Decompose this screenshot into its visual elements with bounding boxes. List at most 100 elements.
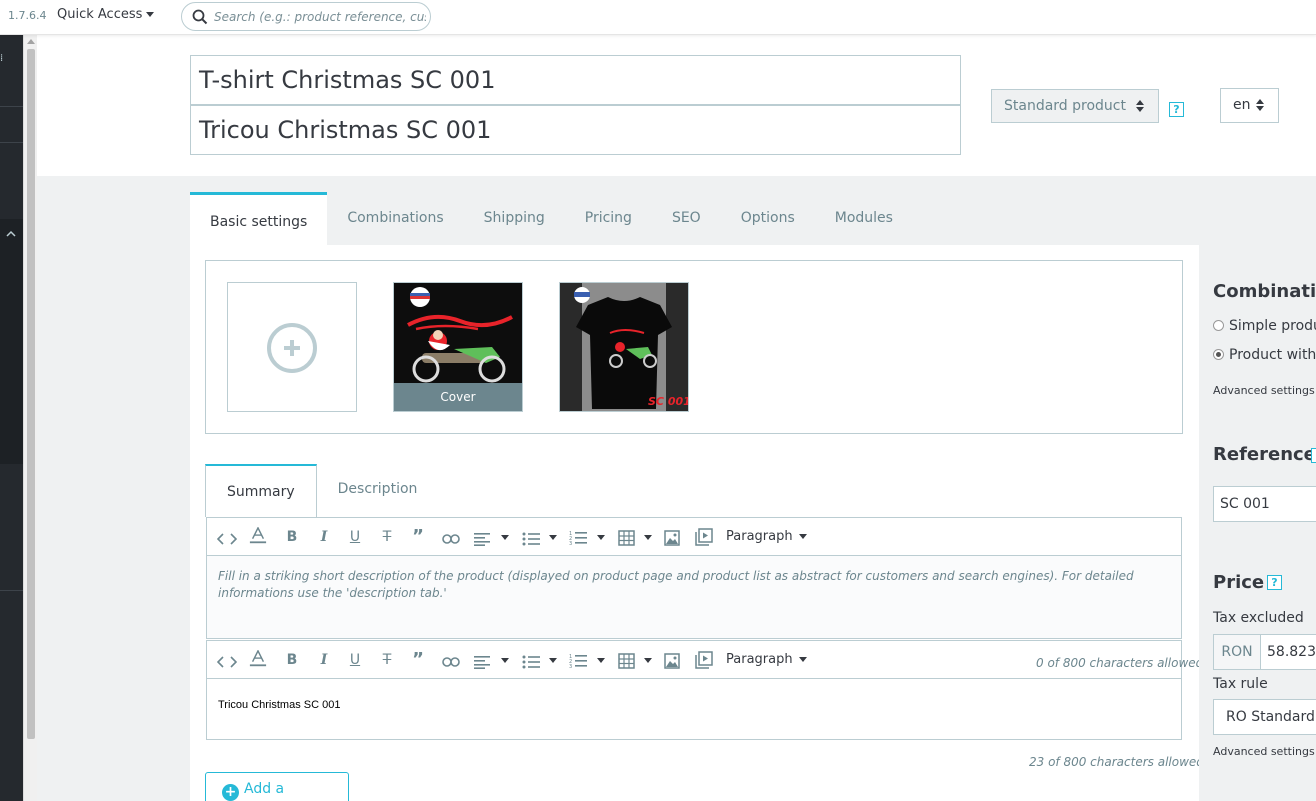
paragraph-format-dropdown[interactable]: Paragraph	[726, 651, 807, 669]
align-dropdown-caret-icon[interactable]	[499, 651, 509, 669]
add-image-button[interactable]	[227, 282, 357, 412]
quick-access-dropdown[interactable]: Quick Access	[57, 7, 155, 22]
product-with-combinations-label: Product with	[1229, 347, 1316, 363]
summary-text-area[interactable]: Tricou Christmas SC 001	[207, 679, 1181, 739]
summary-char-count: 0 of 800 characters allowed	[1036, 656, 1204, 670]
source-code-icon[interactable]	[217, 530, 237, 548]
caret-down-icon	[798, 657, 807, 662]
numbered-list-caret-icon[interactable]	[595, 528, 605, 546]
chevron-up-icon[interactable]	[5, 229, 17, 239]
bold-icon[interactable]: B	[285, 651, 299, 669]
align-icon[interactable]	[474, 530, 490, 548]
product-with-combinations-radio[interactable]: Product with	[1213, 347, 1316, 363]
align-icon[interactable]	[474, 653, 490, 671]
editor-toolbar: B I U T ” 123 Paragraph	[207, 641, 1181, 679]
table-caret-icon[interactable]	[642, 651, 652, 669]
bullet-list-caret-icon[interactable]	[547, 651, 557, 669]
table-icon[interactable]	[618, 652, 635, 670]
version-label: 1.7.6.4	[8, 9, 47, 22]
image-icon[interactable]	[664, 652, 680, 670]
italic-icon[interactable]: I	[317, 528, 331, 546]
scrollbar-thumb[interactable]	[27, 49, 35, 739]
tab-combinations[interactable]: Combinations	[327, 192, 463, 245]
language-select[interactable]: en	[1220, 88, 1279, 123]
svg-text:3: 3	[569, 664, 572, 670]
add-feature-button[interactable]: +Add a feature	[205, 772, 349, 801]
italic-icon[interactable]: I	[317, 651, 331, 669]
paragraph-label: Paragraph	[726, 529, 793, 544]
price-tax-excluded-input[interactable]: RON 58.823	[1213, 634, 1316, 670]
caret-down-icon	[798, 534, 807, 539]
search-input[interactable]	[214, 7, 426, 27]
sidebar-menu-icon[interactable]: ⁞	[0, 53, 3, 64]
tab-pricing[interactable]: Pricing	[565, 192, 652, 245]
product-name-input[interactable]: T-shirt Christmas SC 001	[190, 55, 961, 105]
radio-unchecked-icon	[1213, 320, 1224, 331]
tab-description[interactable]: Description	[317, 464, 439, 517]
bullet-list-icon[interactable]	[522, 530, 540, 548]
search-icon	[192, 9, 208, 25]
tab-basic-settings[interactable]: Basic settings	[190, 192, 328, 245]
align-dropdown-caret-icon[interactable]	[499, 528, 509, 546]
tshirt-photo-image: SC 001	[560, 283, 688, 411]
table-caret-icon[interactable]	[642, 528, 652, 546]
simple-product-radio[interactable]: Simple produ	[1213, 318, 1316, 334]
text-color-icon[interactable]	[249, 650, 267, 668]
reference-input[interactable]: SC 001	[1213, 486, 1316, 522]
tab-seo[interactable]: SEO	[652, 192, 721, 245]
sidebar-divider	[0, 106, 23, 107]
advanced-settings-note: Advanced settings in	[1213, 745, 1316, 758]
underline-icon[interactable]: U	[348, 528, 362, 546]
product-name-input-ro[interactable]: Tricou Christmas SC 001	[190, 105, 961, 155]
sidebar-divider	[0, 142, 23, 143]
tshirt-design-image	[394, 283, 522, 383]
svg-text:3: 3	[569, 541, 572, 547]
tax-rule-select[interactable]: RO Standard R	[1213, 699, 1316, 735]
help-icon[interactable]: ?	[1267, 575, 1282, 590]
text-char-count: 23 of 800 characters allowed	[1029, 755, 1204, 769]
numbered-list-caret-icon[interactable]	[595, 651, 605, 669]
product-type-select[interactable]: Standard product	[991, 89, 1159, 123]
sidebar-divider	[0, 590, 23, 591]
strikethrough-icon[interactable]: T	[379, 651, 395, 669]
blockquote-icon[interactable]: ”	[411, 651, 425, 669]
numbered-list-icon[interactable]: 123	[569, 652, 587, 670]
product-image-2[interactable]: SC 001	[559, 282, 689, 412]
tab-shipping[interactable]: Shipping	[464, 192, 565, 245]
link-icon[interactable]	[442, 653, 460, 671]
strikethrough-icon[interactable]: T	[379, 528, 395, 546]
help-icon[interactable]: ?	[1311, 448, 1316, 463]
product-image-cover[interactable]: Cover	[393, 282, 523, 412]
underline-icon[interactable]: U	[348, 651, 362, 669]
select-arrows-icon	[1136, 99, 1144, 113]
search-box[interactable]	[181, 2, 431, 31]
paragraph-format-dropdown[interactable]: Paragraph	[726, 528, 807, 546]
sidebar-active-section[interactable]	[0, 219, 23, 464]
tax-excluded-label: Tax excluded	[1213, 610, 1304, 626]
bullet-list-caret-icon[interactable]	[547, 528, 557, 546]
image-icon[interactable]	[664, 529, 680, 547]
numbered-list-icon[interactable]: 123	[569, 529, 587, 547]
tab-modules[interactable]: Modules	[815, 192, 913, 245]
text-color-icon[interactable]	[249, 527, 267, 545]
plus-circle-icon	[267, 323, 317, 373]
language-value: en	[1233, 97, 1251, 113]
source-code-icon[interactable]	[217, 653, 237, 671]
summary-placeholder-area[interactable]: Fill in a striking short description of …	[207, 556, 1181, 638]
svg-text:SC 001: SC 001	[648, 395, 688, 408]
quick-access-label: Quick Access	[57, 7, 143, 22]
help-icon[interactable]: ?	[1169, 102, 1184, 117]
editor-toolbar: B I U T ” 123 Paragraph	[207, 518, 1181, 556]
page-scrollbar[interactable]	[23, 35, 37, 801]
bold-icon[interactable]: B	[285, 528, 299, 546]
link-icon[interactable]	[442, 530, 460, 548]
blockquote-icon[interactable]: ”	[411, 528, 425, 546]
bullet-list-icon[interactable]	[522, 653, 540, 671]
scroll-up-arrow-icon[interactable]	[27, 39, 35, 44]
tab-options[interactable]: Options	[721, 192, 815, 245]
media-icon[interactable]	[695, 651, 713, 669]
table-icon[interactable]	[618, 529, 635, 547]
media-icon[interactable]	[695, 528, 713, 546]
tab-summary[interactable]: Summary	[205, 464, 317, 517]
reference-heading: Reference	[1213, 444, 1316, 465]
